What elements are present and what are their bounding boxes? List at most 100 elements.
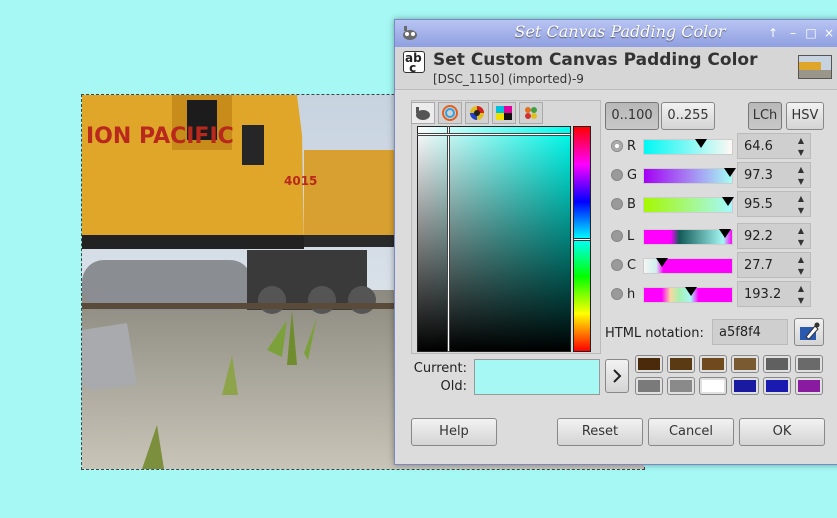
help-button[interactable]: Help	[411, 418, 497, 446]
range-0-255-button[interactable]: 0..255	[661, 102, 715, 130]
square-cursor-vertical	[447, 126, 451, 352]
channel-value: 95.5	[744, 197, 773, 212]
history-swatch[interactable]	[731, 377, 759, 395]
channel-slider-G[interactable]	[643, 168, 736, 184]
color-wheel-icon	[470, 106, 484, 120]
channel-value: 92.2	[744, 229, 773, 244]
header-subtitle: [DSC_1150] (imported)-9	[433, 72, 584, 86]
channel-radio-G[interactable]	[611, 169, 623, 181]
channel-label: B	[627, 197, 636, 212]
channel-row-B: B 95.5 ▲ ▼	[609, 191, 829, 219]
channel-row-h: h 193.2 ▲ ▼	[609, 281, 829, 309]
channel-row-R: R 64.6 ▲ ▼	[609, 133, 829, 161]
channel-radio-B[interactable]	[611, 198, 623, 210]
channel-label: R	[627, 139, 637, 154]
slider-marker[interactable]	[694, 139, 707, 148]
channel-slider-B[interactable]	[643, 197, 735, 213]
history-swatch[interactable]	[667, 355, 695, 373]
slider-marker[interactable]	[719, 229, 732, 238]
history-swatch[interactable]	[635, 355, 663, 373]
slider-marker[interactable]	[722, 197, 735, 206]
spin-up-icon[interactable]: ▲	[794, 283, 808, 295]
spin-up-icon[interactable]: ▲	[794, 225, 808, 237]
spin-down-icon[interactable]: ▼	[794, 295, 808, 307]
channel-value: 193.2	[744, 287, 782, 302]
history-swatch[interactable]	[635, 377, 663, 395]
channel-radio-C[interactable]	[611, 259, 623, 271]
ok-button[interactable]: OK	[739, 418, 825, 446]
channel-label: G	[627, 168, 638, 183]
channel-spinbox-h[interactable]: 193.2 ▲ ▼	[737, 281, 811, 307]
channel-slider-C[interactable]	[643, 258, 733, 274]
channel-slider-h[interactable]	[643, 287, 733, 303]
spin-up-icon[interactable]: ▲	[794, 254, 808, 266]
header-title: Set Custom Canvas Padding Color	[433, 50, 758, 70]
spin-up-icon[interactable]: ▲	[794, 193, 808, 205]
spin-down-icon[interactable]: ▼	[794, 176, 808, 188]
history-swatch[interactable]	[795, 355, 823, 373]
tab-palette-selector[interactable]	[519, 102, 543, 124]
channel-spinbox-R[interactable]: 64.6 ▲ ▼	[737, 133, 811, 159]
range-0-100-button[interactable]: 0..100	[605, 102, 659, 130]
dialog-titlebar[interactable]: Set Canvas Padding Color ↑ – □ ×	[395, 20, 837, 47]
html-notation-input[interactable]: a5f8f4	[712, 319, 788, 345]
spin-down-icon[interactable]: ▼	[794, 147, 808, 159]
slider-marker[interactable]	[723, 168, 736, 177]
old-color-label: Old:	[440, 379, 467, 394]
tab-gimp-selector[interactable]	[411, 102, 435, 124]
spin-down-icon[interactable]: ▼	[794, 266, 808, 278]
channel-row-G: G 97.3 ▲ ▼	[609, 162, 829, 190]
gimp-selector-icon	[416, 107, 430, 120]
channel-slider-R[interactable]	[643, 139, 733, 155]
cmyk-icon	[496, 106, 512, 120]
channel-spinbox-C[interactable]: 27.7 ▲ ▼	[737, 252, 811, 278]
history-swatch[interactable]	[731, 355, 759, 373]
history-swatch[interactable]	[699, 377, 727, 395]
reset-button[interactable]: Reset	[557, 418, 643, 446]
history-swatch[interactable]	[699, 355, 727, 373]
close-button[interactable]: ×	[821, 25, 837, 41]
channel-spinbox-L[interactable]: 92.2 ▲ ▼	[737, 223, 811, 249]
minimize-button[interactable]: –	[785, 25, 801, 41]
color-picker-button[interactable]	[794, 318, 824, 346]
hue-strip[interactable]	[573, 126, 591, 352]
channel-value: 27.7	[744, 258, 773, 273]
current-color-label: Current:	[413, 361, 467, 376]
channel-radio-L[interactable]	[611, 230, 623, 242]
channel-label: L	[627, 229, 635, 244]
channel-radio-R[interactable]	[611, 140, 623, 152]
channel-value: 64.6	[744, 139, 773, 154]
cancel-button[interactable]: Cancel	[648, 418, 734, 446]
spin-up-icon[interactable]: ▲	[794, 135, 808, 147]
slider-marker[interactable]	[655, 258, 668, 267]
channel-spinbox-B[interactable]: 95.5 ▲ ▼	[737, 191, 811, 217]
keep-above-button[interactable]: ↑	[765, 25, 781, 41]
color-dialog-icon: ab c	[403, 51, 425, 74]
saturation-value-square[interactable]	[417, 126, 571, 352]
channel-label: h	[627, 287, 636, 302]
channel-slider-L[interactable]	[643, 229, 733, 245]
history-swatch[interactable]	[763, 377, 791, 395]
slider-marker[interactable]	[685, 287, 698, 296]
channel-radio-h[interactable]	[611, 288, 623, 300]
palette-icon	[525, 107, 537, 119]
spin-down-icon[interactable]: ▼	[794, 205, 808, 217]
channel-spinbox-G[interactable]: 97.3 ▲ ▼	[737, 162, 811, 188]
add-to-history-button[interactable]	[605, 359, 629, 393]
history-swatch[interactable]	[795, 377, 823, 395]
spin-up-icon[interactable]: ▲	[794, 164, 808, 176]
spin-down-icon[interactable]: ▼	[794, 237, 808, 249]
current-color-swatch	[475, 360, 599, 377]
old-color-swatch[interactable]	[475, 377, 599, 394]
channel-label: C	[627, 258, 637, 273]
hsv-button[interactable]: HSV	[786, 102, 824, 130]
unit-number: 4015	[284, 174, 317, 188]
lch-button[interactable]: LCh	[748, 102, 782, 130]
history-swatch[interactable]	[667, 377, 695, 395]
history-swatch[interactable]	[763, 355, 791, 373]
tab-cmyk-selector[interactable]	[492, 102, 516, 124]
maximize-button[interactable]: □	[803, 25, 819, 41]
image-thumbnail	[798, 55, 832, 79]
tab-wheel-selector[interactable]	[465, 102, 489, 124]
tab-watercolor-selector[interactable]	[438, 102, 462, 124]
